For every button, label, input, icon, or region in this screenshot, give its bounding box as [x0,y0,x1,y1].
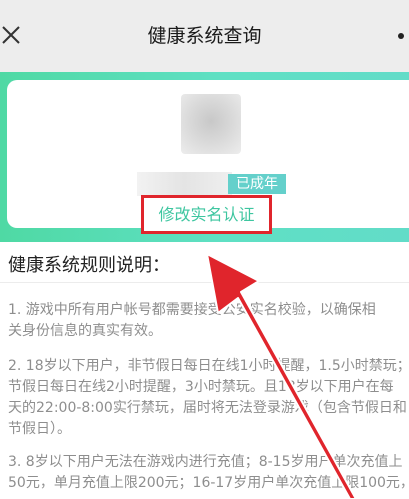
rule-paragraph-2: 2. 18岁以下用户，非节假日每日在线1小时提醒，1.5小时禁玩； 节假日每日在… [8,356,409,440]
modify-verification-link[interactable]: 修改实名认证 [144,198,269,231]
modify-verification-highlight: 修改实名认证 [141,195,272,234]
page-title: 健康系统查询 [147,25,262,47]
close-icon [2,26,20,44]
adult-status-badge: 已成年 [228,174,286,194]
blurred-name [137,172,232,196]
more-icon[interactable] [398,33,404,39]
divider [0,282,409,283]
rule-paragraph-3: 3. 8岁以下用户无法在游戏内进行充值；8-15岁用户单次充值上 50元，单月充… [8,452,409,494]
rule-line: 节假日每日在线2小时提醒，3小时禁玩。且18岁以下用户在每 [8,379,394,395]
rule-line: 节假日）。 [8,421,71,437]
avatar [181,94,241,154]
rule-line: 天的22:00-8:00实行禁玩，届时将无法登录游戏（包含节假日和 [8,400,407,416]
rule-line: 3. 8岁以下用户无法在游戏内进行充值；8-15岁用户单次充值上 [8,454,403,470]
rule-paragraph-1: 1. 游戏中所有用户帐号都需要接受公安实名校验，以确保相 关身份信息的真实有效。 [8,300,409,342]
rules-title: 健康系统规则说明： [8,255,170,276]
close-button[interactable] [0,18,24,52]
rule-line: 1. 游戏中所有用户帐号都需要接受公安实名校验，以确保相 [8,302,376,318]
title-bar: 健康系统查询 [0,0,409,72]
rule-line: 50元，单月充值上限200元；16-17岁用户单次充值上限100元， [8,475,409,491]
rule-line: 2. 18岁以下用户，非节假日每日在线1小时提醒，1.5小时禁玩； [8,358,409,374]
rule-line: 关身份信息的真实有效。 [8,323,162,339]
